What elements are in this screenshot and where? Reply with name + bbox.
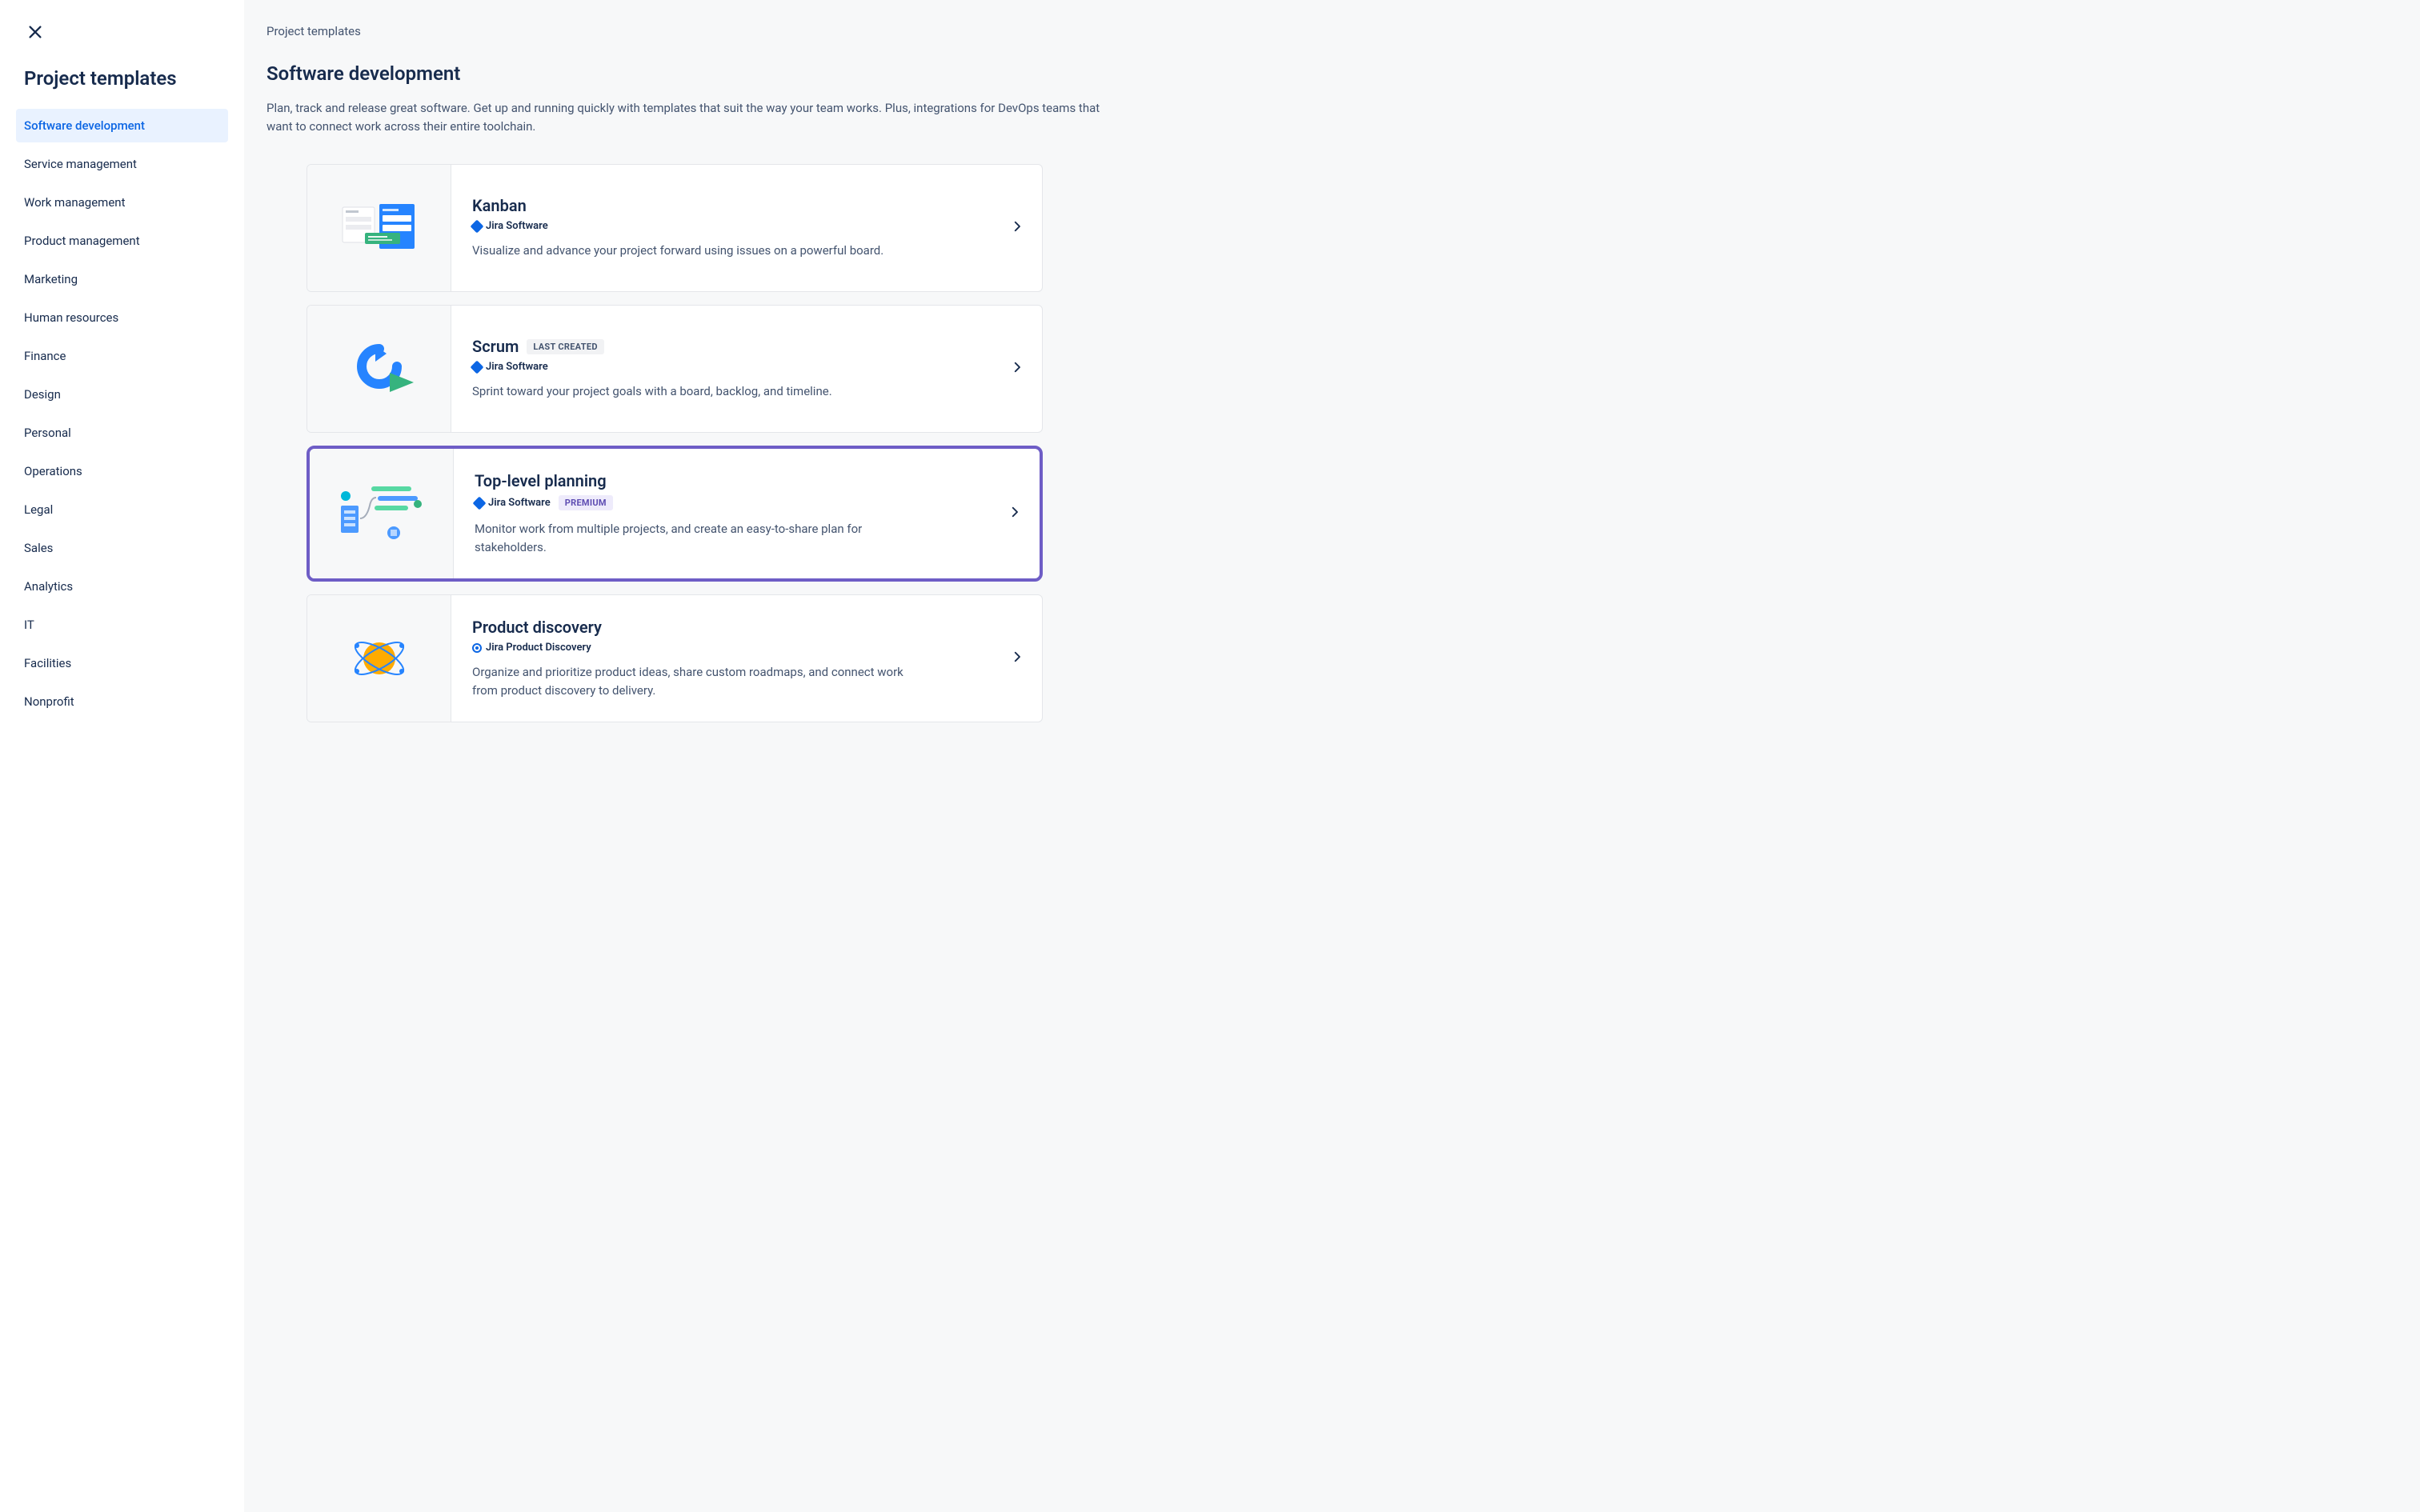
close-icon [26, 23, 44, 41]
template-card-scrum[interactable]: Scrum LAST CREATED Jira Software Sprint tow… [307, 305, 1043, 433]
template-card-top-level-planning[interactable]: Top-level planning Jira Software PREMIUM Mo… [307, 446, 1043, 582]
badge-gray: LAST CREATED [527, 339, 603, 354]
breadcrumb[interactable]: Project templates [266, 24, 2398, 38]
jira-software-icon [471, 219, 484, 233]
sidebar-item-finance[interactable]: Finance [16, 339, 228, 373]
sidebar-item-legal[interactable]: Legal [16, 493, 228, 526]
template-card-product-discovery[interactable]: Product discovery Jira Product Discovery O… [307, 594, 1043, 722]
close-button[interactable] [19, 16, 51, 48]
chevron-right-icon [1010, 650, 1024, 667]
sidebar: Project templates Software development Se… [0, 0, 244, 1512]
template-body: Top-level planning Jira Software PREMIUM Mo… [454, 449, 1040, 578]
product-label: Jira Software [472, 220, 548, 232]
jira-product-discovery-icon [472, 643, 482, 653]
chevron-right-icon [1010, 219, 1024, 237]
product-label: Jira Product Discovery [472, 642, 591, 654]
template-description: Visualize and advance your project forwa… [472, 242, 920, 260]
page-title: Software development [266, 62, 2398, 85]
sidebar-item-software-development[interactable]: Software development [16, 109, 228, 142]
sidebar-item-human-resources[interactable]: Human resources [16, 301, 228, 334]
template-card-kanban[interactable]: Kanban Jira Software Visualize and advance… [307, 164, 1043, 292]
sidebar-item-marketing[interactable]: Marketing [16, 262, 228, 296]
sidebar-item-nonprofit[interactable]: Nonprofit [16, 685, 228, 718]
product-name: Jira Software [486, 361, 548, 373]
template-title: Kanban [472, 196, 527, 215]
sidebar-item-analytics[interactable]: Analytics [16, 570, 228, 603]
page-description: Plan, track and release great software. … [266, 99, 1107, 135]
template-description: Sprint toward your project goals with a … [472, 382, 920, 401]
template-body: Product discovery Jira Product Discovery O… [451, 595, 1042, 722]
sidebar-item-service-management[interactable]: Service management [16, 147, 228, 181]
jira-software-icon [473, 496, 487, 510]
template-description: Monitor work from multiple projects, and… [475, 520, 923, 556]
sidebar-item-product-management[interactable]: Product management [16, 224, 228, 258]
sidebar-item-operations[interactable]: Operations [16, 454, 228, 488]
sidebar-item-it[interactable]: IT [16, 608, 228, 642]
product-name: Jira Software [488, 497, 551, 509]
main-content: Project templates Software development P… [244, 0, 2420, 1512]
product-label: Jira Software [472, 361, 548, 373]
template-list: Kanban Jira Software Visualize and advance… [307, 164, 1043, 722]
chevron-right-icon [1008, 505, 1022, 522]
template-thumbnail [307, 165, 451, 291]
template-title: Scrum [472, 337, 519, 356]
template-thumbnail [310, 449, 454, 578]
template-body: Scrum LAST CREATED Jira Software Sprint tow… [451, 306, 1042, 432]
template-description: Organize and prioritize product ideas, s… [472, 663, 920, 699]
sidebar-item-work-management[interactable]: Work management [16, 186, 228, 219]
sidebar-nav: Software development Service management Wo… [16, 109, 228, 723]
sidebar-item-personal[interactable]: Personal [16, 416, 228, 450]
template-thumbnail [307, 595, 451, 722]
template-title: Top-level planning [475, 471, 607, 490]
template-thumbnail [307, 306, 451, 432]
chevron-right-icon [1010, 360, 1024, 378]
product-label: Jira Software [475, 497, 551, 509]
product-name: Jira Product Discovery [486, 642, 591, 654]
sidebar-item-design[interactable]: Design [16, 378, 228, 411]
template-title: Product discovery [472, 618, 602, 637]
sidebar-item-sales[interactable]: Sales [16, 531, 228, 565]
badge-premium: PREMIUM [559, 495, 613, 510]
product-name: Jira Software [486, 220, 548, 232]
template-body: Kanban Jira Software Visualize and advance… [451, 165, 1042, 291]
jira-software-icon [471, 360, 484, 374]
sidebar-item-facilities[interactable]: Facilities [16, 646, 228, 680]
sidebar-title: Project templates [24, 67, 228, 90]
